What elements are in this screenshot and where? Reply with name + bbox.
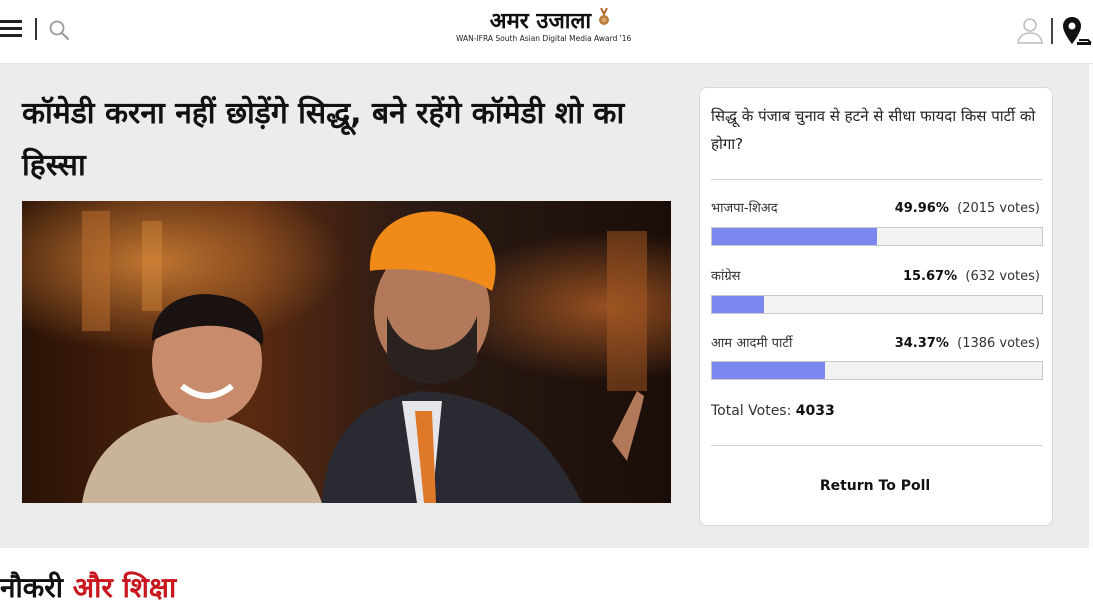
poll-option-votes: (2015 votes): [957, 201, 1040, 216]
poll-option-votes: (632 votes): [965, 269, 1040, 284]
page-edge: [1089, 64, 1093, 548]
poll-divider: [711, 445, 1042, 446]
header-divider: [35, 18, 37, 40]
poll-result-bar: [711, 295, 1043, 314]
poll-option-percent: 34.37%: [894, 336, 949, 351]
award-medal-icon: [599, 8, 610, 25]
return-to-poll-button[interactable]: Return To Poll: [800, 475, 950, 497]
article-area: कॉमेडी करना नहीं छोड़ेंगे सिद्धू, बने रह…: [0, 64, 1089, 548]
poll-option-stat: 15.67% (632 votes): [903, 268, 1040, 286]
poll-results-card: सिद्धू के पंजाब चुनाव से हटने से सीधा फा…: [699, 87, 1053, 526]
poll-option-votes: (1386 votes): [957, 336, 1040, 351]
logo-text: अमर उजाला: [489, 8, 592, 34]
header-divider-right: [1051, 18, 1053, 44]
poll-result-bar-fill: [712, 362, 826, 379]
poll-total-votes: Total Votes: 4033: [711, 402, 835, 420]
location-pin-icon[interactable]: [1062, 15, 1093, 47]
poll-option-label: कांग्रेस: [711, 269, 741, 284]
article-hero-image[interactable]: [22, 201, 671, 503]
section-title[interactable]: नौकरी और शिक्षा: [0, 568, 176, 608]
poll-option-percent: 49.96%: [894, 201, 949, 216]
poll-option-label: आम आदमी पार्टी: [711, 336, 793, 351]
section-title-part2: और शिक्षा: [72, 571, 177, 604]
poll-option-stat: 49.96% (2015 votes): [895, 200, 1040, 218]
poll-total-label: Total Votes:: [711, 403, 792, 419]
poll-total-value: 4033: [795, 403, 835, 419]
search-icon[interactable]: [48, 19, 70, 41]
award-caption: WAN-IFRA South Asian Digital Media Award…: [456, 34, 632, 43]
site-logo[interactable]: अमर उजाला WAN-IFRA South Asian Digital M…: [450, 8, 650, 48]
poll-option-percent: 15.67%: [902, 269, 958, 284]
menu-icon[interactable]: [0, 20, 22, 38]
poll-question: सिद्धू के पंजाब चुनाव से हटने से सीधा फा…: [711, 107, 1036, 153]
user-icon[interactable]: [1016, 16, 1044, 44]
poll-result-bar: [711, 361, 1043, 380]
article-headline[interactable]: कॉमेडी करना नहीं छोड़ेंगे सिद्धू, बने रह…: [22, 88, 682, 192]
poll-divider: [711, 179, 1042, 180]
poll-result-bar: [711, 227, 1043, 246]
poll-option-label: भाजपा-शिअद: [711, 201, 778, 216]
site-header: अमर उजाला WAN-IFRA South Asian Digital M…: [0, 0, 1093, 64]
poll-result-bar-fill: [712, 228, 877, 245]
section-title-part1: नौकरी: [0, 571, 64, 604]
poll-option-stat: 34.37% (1386 votes): [895, 335, 1040, 353]
poll-result-bar-fill: [712, 296, 764, 313]
